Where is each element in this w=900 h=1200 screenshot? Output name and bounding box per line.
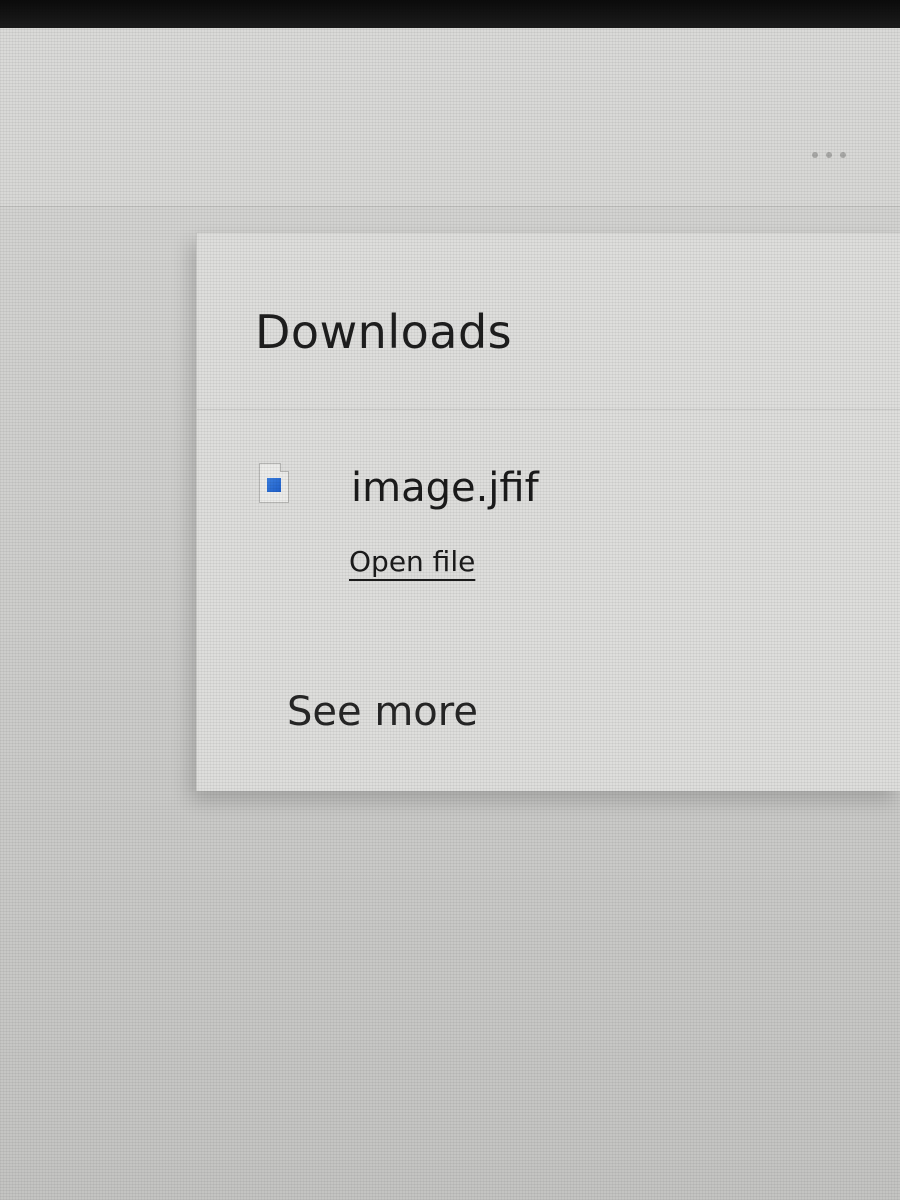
- browser-toolbar: [0, 28, 900, 207]
- download-file-name: image.jfif: [351, 465, 539, 511]
- image-thumbnail-icon: [267, 478, 281, 492]
- panel-divider: [197, 409, 900, 410]
- more-dot-icon: [812, 152, 818, 158]
- screen-bezel: [0, 0, 900, 28]
- download-item[interactable]: image.jfif Open file: [253, 455, 853, 605]
- see-more-button[interactable]: See more: [287, 689, 478, 735]
- more-dot-icon: [840, 152, 846, 158]
- image-file-icon: [259, 463, 289, 503]
- more-options-button[interactable]: [808, 146, 850, 164]
- open-file-link[interactable]: Open file: [349, 545, 475, 578]
- downloads-title: Downloads: [255, 305, 513, 359]
- downloads-panel: Downloads image.jfif Open file See more: [196, 232, 900, 791]
- more-dot-icon: [826, 152, 832, 158]
